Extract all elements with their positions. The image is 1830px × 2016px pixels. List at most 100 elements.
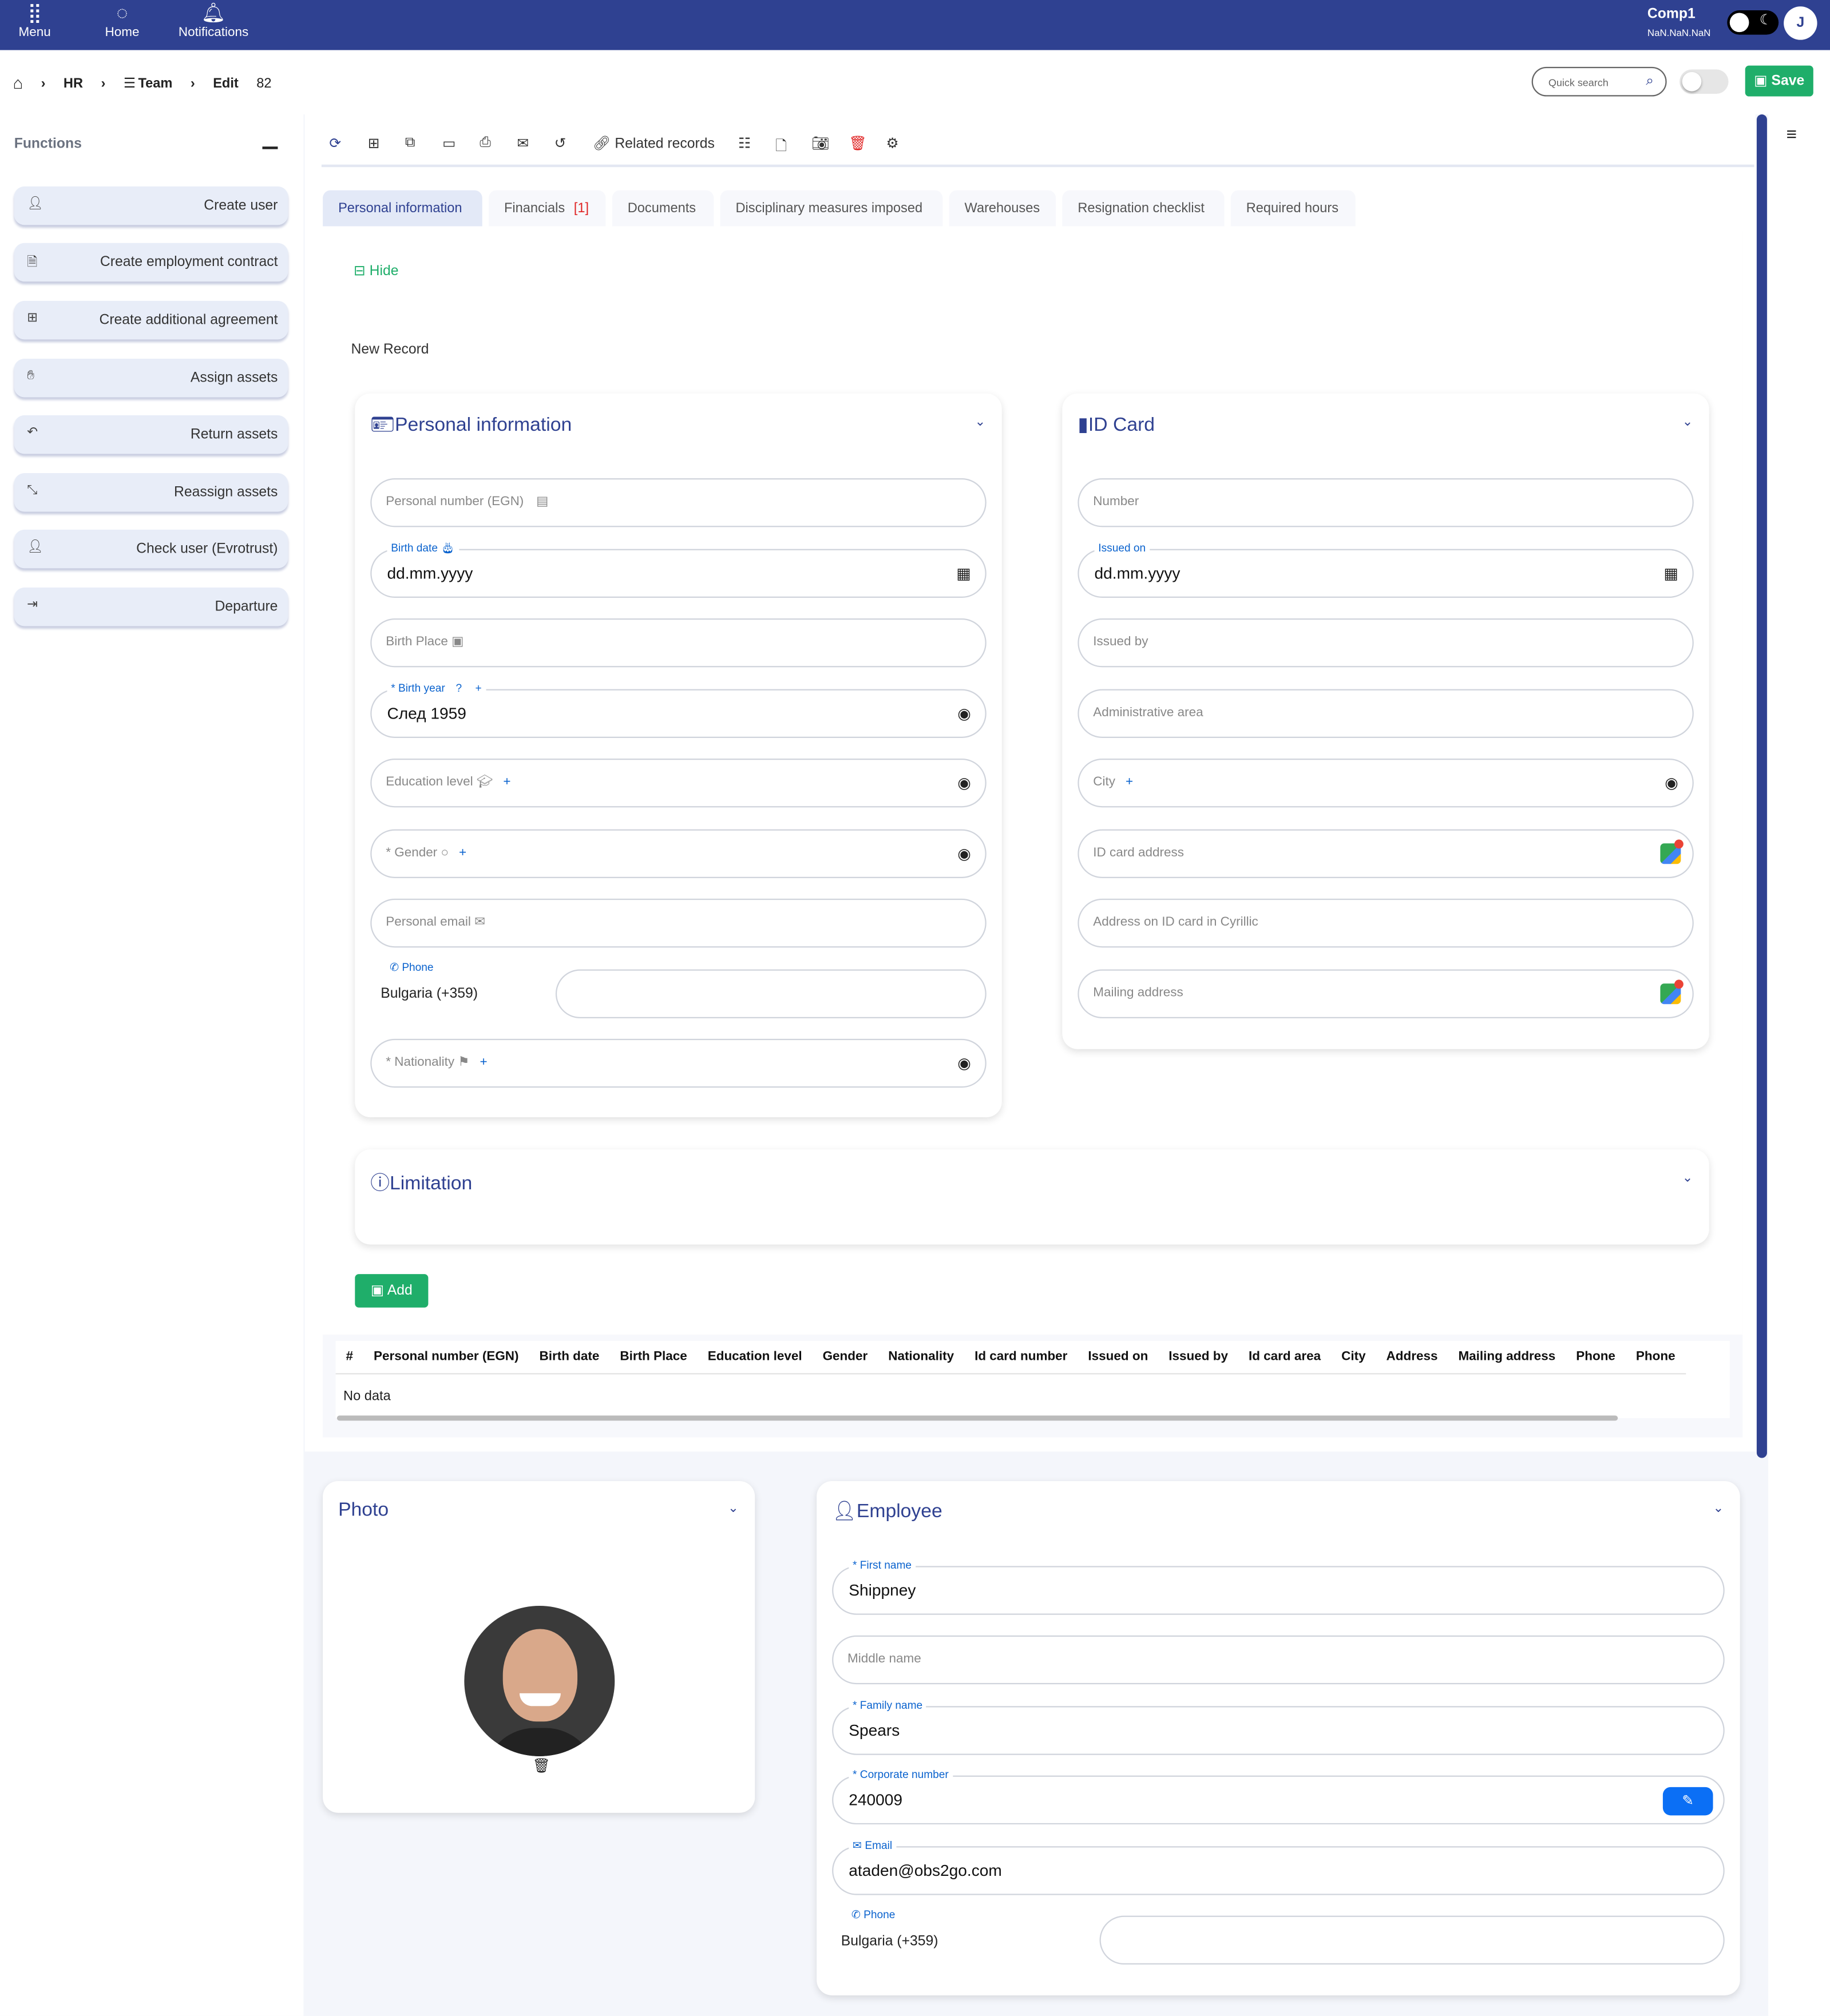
hamburger-icon[interactable]: ≡ xyxy=(1787,124,1797,144)
create-additional-agreement-button[interactable]: ⊞ Create additional agreement xyxy=(14,300,288,340)
envelope-icon[interactable]: ✉ xyxy=(517,135,529,152)
gear-icon[interactable]: ⚙ xyxy=(886,135,898,152)
mode-toggle[interactable] xyxy=(1680,69,1729,94)
birth-year-field[interactable]: * Birth year ? + След 1959 ◉ xyxy=(370,681,987,739)
eye-icon[interactable]: ◉ xyxy=(957,845,971,863)
issued-on-field[interactable]: Issued on dd.mm.yyyy ▦ xyxy=(1078,541,1694,598)
corporate-number-field[interactable]: * Corporate number 240009 ✎ xyxy=(832,1768,1725,1825)
theme-toggle[interactable]: ☾ xyxy=(1727,10,1779,35)
pencil-icon[interactable]: ✎ xyxy=(1662,1787,1713,1816)
col-birth-place[interactable]: Birth Place xyxy=(609,1341,697,1373)
first-name-field[interactable]: * First name Shippney xyxy=(832,1558,1725,1615)
chevron-down-icon[interactable]: ⌄ xyxy=(1682,1171,1693,1185)
col-birth-date[interactable]: Birth date xyxy=(529,1341,610,1373)
quick-search-input[interactable]: Quick search ⌕ xyxy=(1531,66,1667,97)
col-phone[interactable]: Phone xyxy=(1566,1341,1626,1373)
calendar-icon[interactable]: ▦ xyxy=(956,565,971,582)
eye-icon[interactable]: ◉ xyxy=(957,774,971,792)
print-icon[interactable]: ⎙ xyxy=(480,135,491,152)
check-user-button[interactable]: 👤︎ Check user (Evrotrust) xyxy=(14,529,288,569)
tab-warehouses[interactable]: Warehouses xyxy=(949,190,1056,227)
col-address[interactable]: Address xyxy=(1376,1341,1448,1373)
plus-icon[interactable]: + xyxy=(1126,775,1133,789)
col-city[interactable]: City xyxy=(1331,1341,1376,1373)
google-maps-icon[interactable] xyxy=(1660,839,1684,864)
email-field[interactable]: ✉ Email ataden@obs2go.com xyxy=(832,1838,1725,1895)
history-icon[interactable]: ↺ xyxy=(554,135,567,152)
plus-icon[interactable]: + xyxy=(503,775,510,789)
employee-phone-input[interactable] xyxy=(1099,1915,1725,1965)
col-id-area[interactable]: Id card area xyxy=(1238,1341,1331,1373)
create-employment-contract-button[interactable]: 🗎 Create employment contract xyxy=(14,243,288,282)
collapse-icon[interactable] xyxy=(262,146,278,149)
col-phone-2[interactable]: Phone xyxy=(1626,1341,1686,1373)
plus-icon[interactable]: + xyxy=(459,846,466,860)
hide-button[interactable]: ⊟ Hide xyxy=(354,262,398,279)
reassign-assets-button[interactable]: ⤡ Reassign assets xyxy=(14,473,288,512)
phone-number-input[interactable] xyxy=(555,969,987,1018)
col-issued-by[interactable]: Issued by xyxy=(1158,1341,1238,1373)
city-field[interactable]: City + ◉ xyxy=(1078,758,1694,808)
egn-field[interactable]: Personal number (EGN) ▤ xyxy=(370,478,987,527)
assign-assets-button[interactable]: ✋︎ Assign assets xyxy=(14,359,288,398)
delete-photo-icon[interactable]: 🗑︎ xyxy=(532,1757,550,1774)
birth-place-field[interactable]: Birth Place ▣ xyxy=(370,618,987,668)
tab-personal-information[interactable]: Personal information xyxy=(323,190,482,227)
breadcrumb-team[interactable]: ☰ Team xyxy=(124,75,173,90)
add-button[interactable]: ▣ Add xyxy=(355,1274,429,1308)
checklist-icon[interactable]: ☷ xyxy=(738,135,751,152)
chevron-down-icon[interactable]: ⌄ xyxy=(728,1502,739,1516)
create-user-button[interactable]: 👤︎ Create user xyxy=(14,186,288,225)
return-assets-button[interactable]: ↶ Return assets xyxy=(14,415,288,454)
col-egn[interactable]: Personal number (EGN) xyxy=(363,1341,529,1373)
eye-icon[interactable]: ◉ xyxy=(1665,774,1678,792)
tab-resignation[interactable]: Resignation checklist xyxy=(1062,190,1225,227)
copy-icon[interactable]: ⧉ xyxy=(405,135,415,152)
tab-required-hours[interactable]: Required hours xyxy=(1230,190,1356,227)
birth-date-field[interactable]: Birth date 🎂︎ dd.mm.yyyy ▦ xyxy=(370,541,987,598)
nationality-field[interactable]: * Nationality ⚑ + ◉ xyxy=(370,1038,987,1088)
menu-button[interactable]: ⣿ Menu xyxy=(13,2,56,39)
save-button[interactable]: ▣ Save xyxy=(1745,65,1813,97)
notifications-button[interactable]: 🔔︎ Notifications xyxy=(172,2,255,39)
col-gender[interactable]: Gender xyxy=(813,1341,878,1373)
chevron-down-icon[interactable]: ⌄ xyxy=(1713,1502,1724,1516)
family-name-field[interactable]: * Family name Spears xyxy=(832,1698,1725,1755)
education-level-field[interactable]: Education level 🎓︎ + ◉ xyxy=(370,758,987,808)
add-icon[interactable]: ⊞ xyxy=(368,135,380,152)
breadcrumb-hr[interactable]: HR xyxy=(64,75,83,90)
eye-icon[interactable]: ◉ xyxy=(957,705,971,723)
help-icon[interactable]: ? xyxy=(456,681,462,694)
file-icon[interactable]: 🗋 xyxy=(775,135,787,160)
refresh-icon[interactable]: ⟳ xyxy=(329,135,341,152)
mailing-address-field[interactable]: Mailing address xyxy=(1078,969,1694,1018)
id-card-address-field[interactable]: ID card address xyxy=(1078,829,1694,878)
tab-disciplinary[interactable]: Disciplinary measures imposed xyxy=(720,190,943,227)
calendar-icon[interactable]: ▦ xyxy=(1663,565,1678,582)
chevron-down-icon[interactable]: ⌄ xyxy=(1682,415,1693,430)
eye-icon[interactable]: ◉ xyxy=(957,1054,971,1072)
col-index[interactable]: # xyxy=(336,1341,363,1373)
vertical-scrollbar[interactable] xyxy=(1756,114,1767,1458)
camera-icon[interactable]: 📷︎ xyxy=(811,135,829,152)
user-avatar[interactable]: J xyxy=(1784,6,1817,40)
google-maps-icon[interactable] xyxy=(1660,979,1684,1005)
col-id-number[interactable]: Id card number xyxy=(964,1341,1078,1373)
issued-by-field[interactable]: Issued by xyxy=(1078,618,1694,668)
horizontal-scrollbar[interactable] xyxy=(336,1415,1618,1421)
col-mailing[interactable]: Mailing address xyxy=(1448,1341,1566,1373)
middle-name-field[interactable]: Middle name xyxy=(832,1635,1725,1685)
personal-email-field[interactable]: Personal email ✉ xyxy=(370,898,987,948)
tab-financials[interactable]: Financials [1] xyxy=(489,190,606,227)
employee-phone-country[interactable]: Bulgaria (+359) xyxy=(832,1919,1098,1963)
plus-icon[interactable]: + xyxy=(480,1055,488,1070)
home-button[interactable]: ◌ Home xyxy=(100,2,144,39)
phone-country-select[interactable]: Bulgaria (+359) xyxy=(370,972,553,1016)
address-cyrillic-field[interactable]: Address on ID card in Cyrillic xyxy=(1078,898,1694,948)
col-education[interactable]: Education level xyxy=(698,1341,813,1373)
trash-icon[interactable]: 🗑︎ xyxy=(849,135,866,152)
col-nationality[interactable]: Nationality xyxy=(878,1341,964,1373)
departure-button[interactable]: ⇥ Departure xyxy=(14,588,288,626)
administrative-area-field[interactable]: Administrative area xyxy=(1078,689,1694,739)
chevron-down-icon[interactable]: ⌄ xyxy=(975,415,986,430)
